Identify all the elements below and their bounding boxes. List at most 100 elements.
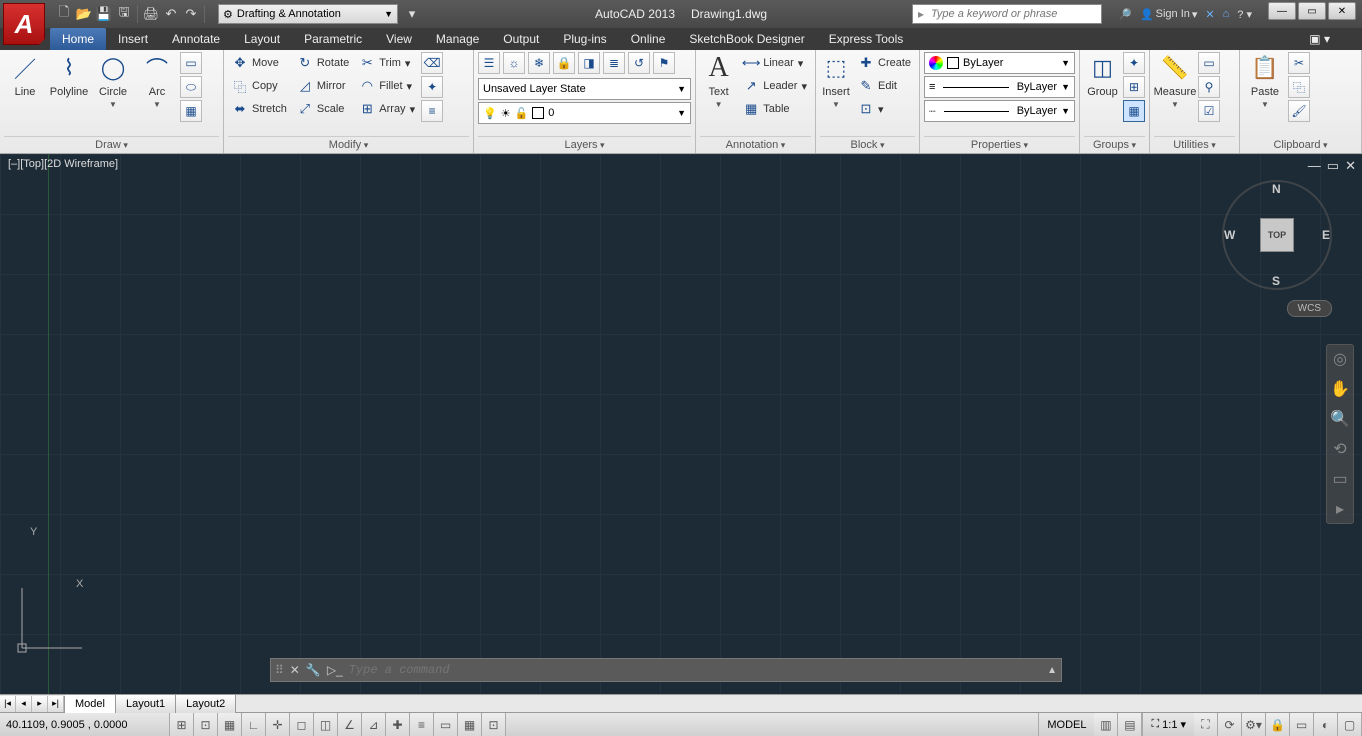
tab-manage[interactable]: Manage [424, 28, 491, 50]
panel-properties-title[interactable]: Properties [924, 136, 1075, 153]
save-icon[interactable]: 💾 [94, 4, 114, 24]
tab-parametric[interactable]: Parametric [292, 28, 374, 50]
panel-annotation-title[interactable]: Annotation [700, 136, 811, 153]
quickselect-icon[interactable]: ⚲ [1198, 76, 1220, 98]
anno-scale[interactable]: ⛶ 1:1▾ [1142, 713, 1194, 736]
layer-match-icon[interactable]: ≣ [603, 52, 625, 74]
viewport-label[interactable]: [–][Top][2D Wireframe] [8, 158, 118, 170]
steering-wheel-icon[interactable]: ◎ [1333, 349, 1347, 369]
vp-minimize-icon[interactable]: — [1308, 158, 1321, 174]
orbit-icon[interactable]: ⟲ [1333, 439, 1346, 459]
undo-icon[interactable]: ↶ [161, 4, 181, 24]
viewcube[interactable]: TOP N S E W [1222, 180, 1332, 290]
panel-layers-title[interactable]: Layers [478, 136, 691, 153]
group-edit-icon[interactable]: ⊞ [1123, 76, 1145, 98]
tab-sketchbook[interactable]: SketchBook Designer [677, 28, 816, 50]
layer-states-icon[interactable]: ⚑ [653, 52, 675, 74]
help-icon[interactable]: ? ▾ [1237, 8, 1252, 21]
otrack-icon[interactable]: ∠ [338, 713, 362, 736]
tab-plugins[interactable]: Plug-ins [551, 28, 618, 50]
lineweight-combo[interactable]: ≡ByLayer▼ [924, 76, 1075, 98]
layout-next-icon[interactable]: ▸ [32, 696, 48, 712]
tab-online[interactable]: Online [619, 28, 678, 50]
search-input[interactable] [929, 8, 1101, 20]
dyn-icon[interactable]: ✚ [386, 713, 410, 736]
match-icon[interactable]: 🖌 [1288, 100, 1310, 122]
clean-screen-icon[interactable]: ▢ [1338, 713, 1362, 736]
panel-clipboard-title[interactable]: Clipboard [1244, 137, 1357, 153]
text-button[interactable]: AText▼ [700, 52, 737, 109]
hatch-icon[interactable]: ▦ [180, 100, 202, 122]
trim-button[interactable]: ✂Trim ▾ [355, 52, 419, 74]
viewcube-west[interactable]: W [1224, 228, 1235, 242]
color-combo[interactable]: ByLayer▼ [924, 52, 1075, 74]
measure-button[interactable]: 📏Measure▼ [1154, 52, 1196, 109]
ellipse-icon[interactable]: ⬭ [180, 76, 202, 98]
layer-off-icon[interactable]: ☼ [503, 52, 525, 74]
explode-icon[interactable]: ✦ [421, 76, 443, 98]
command-input[interactable] [349, 663, 1041, 677]
viewcube-north[interactable]: N [1272, 182, 1281, 196]
panel-draw-title[interactable]: Draw [4, 136, 219, 153]
selectall-icon[interactable]: ☑ [1198, 100, 1220, 122]
erase-icon[interactable]: ⌫ [421, 52, 443, 74]
tpy-icon[interactable]: ▭ [434, 713, 458, 736]
tab-output[interactable]: Output [491, 28, 551, 50]
workspace-switcher[interactable]: ⚙ Drafting & Annotation ▼ [218, 4, 398, 24]
panel-block-title[interactable]: Block [820, 136, 915, 153]
sc-icon[interactable]: ⊡ [482, 713, 506, 736]
tab-layout2[interactable]: Layout2 [176, 695, 236, 713]
linetype-combo[interactable]: ┈ByLayer▼ [924, 100, 1075, 122]
lwt-icon[interactable]: ≡ [410, 713, 434, 736]
group-button[interactable]: ◫Group [1084, 52, 1121, 98]
workspace-switch-icon[interactable]: ⚙▾ [1242, 713, 1266, 736]
anno-visibility-icon[interactable]: ⛶ [1194, 713, 1218, 736]
cmdline-close-icon[interactable]: ✕ [290, 663, 300, 677]
polyline-button[interactable]: ⌇Polyline [48, 52, 90, 98]
layer-prev-icon[interactable]: ↺ [628, 52, 650, 74]
line-button[interactable]: ／Line [4, 52, 46, 98]
copy-clip-icon[interactable]: ⿻ [1288, 76, 1310, 98]
model-space-button[interactable]: MODEL [1038, 713, 1094, 736]
polar-icon[interactable]: ✛ [266, 713, 290, 736]
arc-button[interactable]: ⌒Arc▼ [136, 52, 178, 109]
edit-button[interactable]: ✎Edit [854, 75, 915, 97]
snap-icon[interactable]: ⊡ [194, 713, 218, 736]
drawing-canvas[interactable]: [–][Top][2D Wireframe] — ▭ ✕ TOP N S E W… [0, 154, 1362, 694]
pan-icon[interactable]: ✋ [1330, 379, 1350, 399]
offset-icon[interactable]: ≡ [421, 100, 443, 122]
move-button[interactable]: ✥Move [228, 52, 291, 74]
layer-state-combo[interactable]: Unsaved Layer State▼ [478, 78, 691, 100]
tab-annotate[interactable]: Annotate [160, 28, 232, 50]
minimize-button[interactable]: — [1268, 2, 1296, 20]
cmdline-grip-icon[interactable]: ⠿ [275, 663, 284, 677]
tab-extra-icon[interactable]: ▣ ▾ [1297, 28, 1342, 50]
osnap-icon[interactable]: ◻ [290, 713, 314, 736]
quickview-drawings-icon[interactable]: ▤ [1118, 713, 1142, 736]
viewcube-east[interactable]: E [1322, 228, 1330, 242]
panel-utilities-title[interactable]: Utilities [1154, 136, 1235, 153]
layout-prev-icon[interactable]: ◂ [16, 696, 32, 712]
redo-icon[interactable]: ↷ [181, 4, 201, 24]
layer-iso-icon[interactable]: ◨ [578, 52, 600, 74]
insert-button[interactable]: ⬚Insert▼ [820, 52, 852, 109]
layer-current-combo[interactable]: 💡 ☀ 🔓 0 ▼ [478, 102, 691, 124]
tab-layout[interactable]: Layout [232, 28, 292, 50]
isolate-objects-icon[interactable]: ◐ [1314, 713, 1338, 736]
viewcube-face[interactable]: TOP [1260, 218, 1294, 252]
hardware-accel-icon[interactable]: ▭ [1290, 713, 1314, 736]
create-button[interactable]: ✚Create [854, 52, 915, 74]
3dosnap-icon[interactable]: ◫ [314, 713, 338, 736]
signin-button[interactable]: 👤 Sign In ▾ [1140, 8, 1197, 21]
search-icon[interactable]: 🔎 [1118, 8, 1132, 21]
grid-icon[interactable]: ▦ [218, 713, 242, 736]
table-button[interactable]: ▦Table [739, 98, 811, 120]
block-attr-icon[interactable]: ⊡▾ [854, 98, 915, 120]
tab-model[interactable]: Model [65, 695, 116, 713]
layout-first-icon[interactable]: |◂ [0, 696, 16, 712]
tab-view[interactable]: View [374, 28, 424, 50]
tab-insert[interactable]: Insert [106, 28, 160, 50]
layer-freeze-icon[interactable]: ❄ [528, 52, 550, 74]
new-icon[interactable]: 🗋 [54, 4, 74, 24]
zoom-extents-icon[interactable]: 🔍 [1330, 409, 1350, 429]
